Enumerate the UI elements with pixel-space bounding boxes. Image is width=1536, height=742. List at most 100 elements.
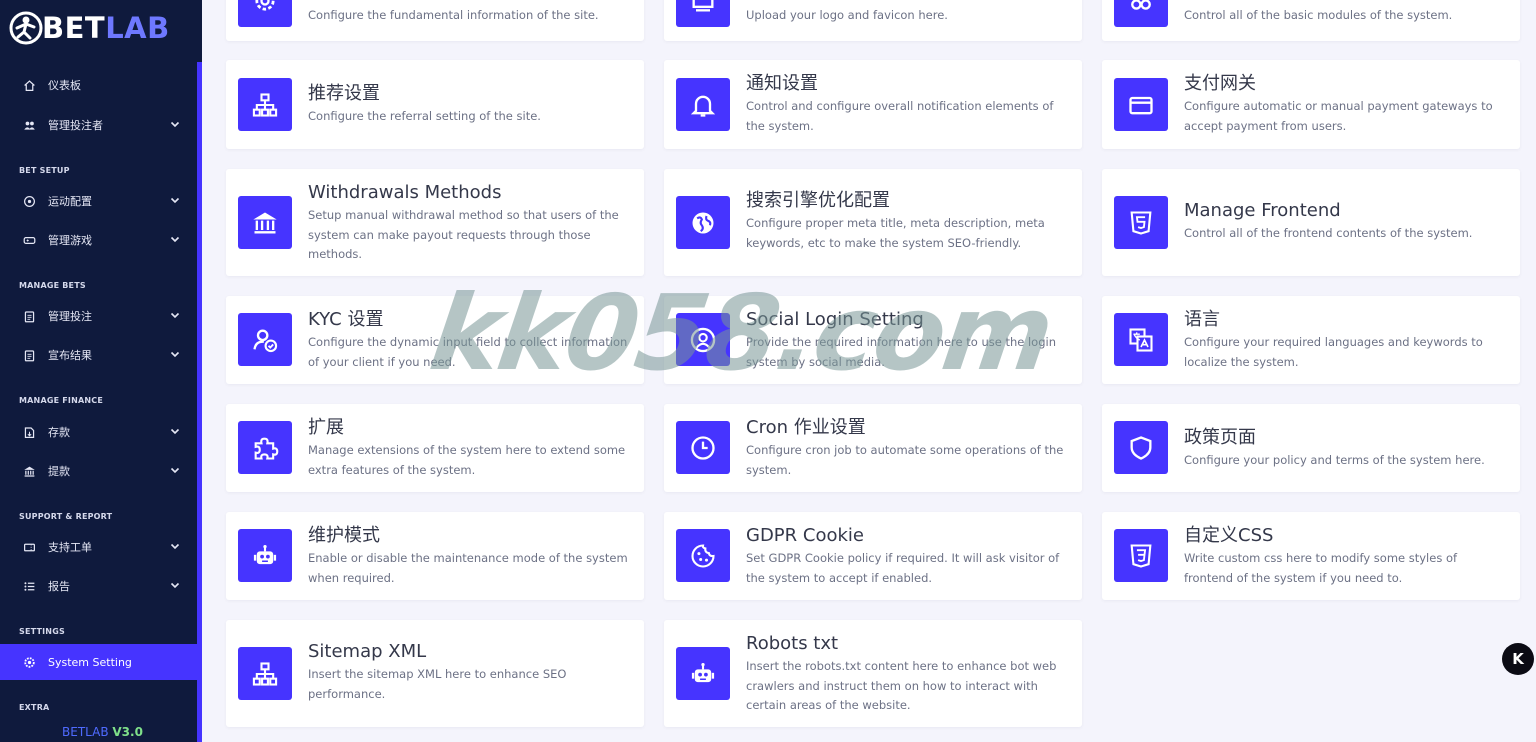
setting-card-language[interactable]: 语言 Configure your required languages and … xyxy=(1102,296,1520,384)
card-description: Upload your logo and favicon here. xyxy=(746,8,948,22)
setting-card-extensions[interactable]: 扩展 Manage extensions of the system here t… xyxy=(226,404,644,492)
setting-card-sitemap-xml[interactable]: Sitemap XML Insert the sitemap XML here t… xyxy=(226,620,644,727)
sidebar-scrollbar[interactable] xyxy=(197,62,202,742)
bank-icon xyxy=(238,196,292,249)
chevron-down-icon xyxy=(170,351,180,358)
modules-icon xyxy=(1114,0,1168,27)
sidebar-item-support-tickets[interactable]: 支持工单 xyxy=(0,527,197,567)
sidebar-item-system-setting[interactable]: System Setting xyxy=(0,644,197,680)
card-title: 支付网关 xyxy=(1184,73,1256,94)
floating-action-button[interactable]: K xyxy=(1502,643,1534,675)
robot-icon xyxy=(676,647,730,700)
sidebar-item-declare-results[interactable]: 宣布结果 xyxy=(0,335,197,375)
chevron-down-icon xyxy=(170,312,180,319)
chevron-down-icon xyxy=(170,467,180,474)
sidebar: BETLAB 仪表板 管理投注者 BET SETUP 运动配置 管理游戏 MAN… xyxy=(0,0,202,742)
setting-card-withdrawals-methods[interactable]: Withdrawals Methods Setup manual withdraw… xyxy=(226,169,644,276)
css3-icon xyxy=(1114,529,1168,582)
sidebar-item-deposits[interactable]: 存款 xyxy=(0,412,197,452)
setting-card-manage-frontend[interactable]: Manage Frontend Control all of the fronte… xyxy=(1102,169,1520,276)
sidebar-item-label: 报告 xyxy=(48,580,70,593)
sidebar-item-label: 仪表板 xyxy=(48,79,81,92)
section-title-manage-bets: MANAGE BETS xyxy=(19,281,86,290)
sidebar-item-manage-bettors[interactable]: 管理投注者 xyxy=(0,105,197,145)
setting-card-referral[interactable]: 推荐设置 Configure the referral setting of th… xyxy=(226,60,644,149)
setting-card-notification[interactable]: 通知设置 Control and configure overall notifi… xyxy=(664,60,1082,149)
gear-icon xyxy=(22,655,36,669)
setting-card-system-config[interactable]: Control all of the basic modules of the … xyxy=(1102,0,1520,41)
sidebar-item-label: 提款 xyxy=(48,465,70,478)
user-circle-icon xyxy=(676,313,730,366)
bell-icon xyxy=(676,78,730,131)
card-title: 维护模式 xyxy=(308,525,380,546)
card-description: Configure the dynamic input field to col… xyxy=(308,335,628,369)
section-title-support-report: SUPPORT & REPORT xyxy=(19,512,113,521)
sitemap-icon xyxy=(238,78,292,131)
card-title: Robots txt xyxy=(746,633,839,654)
brand-logo[interactable]: BETLAB xyxy=(8,8,170,48)
card-description: Setup manual withdrawal method so that u… xyxy=(308,208,619,261)
image-icon xyxy=(676,0,730,27)
card-title: Withdrawals Methods xyxy=(308,182,502,203)
sidebar-item-manage-games[interactable]: 管理游戏 xyxy=(0,220,197,260)
section-title-bet-setup: BET SETUP xyxy=(19,166,70,175)
card-description: Control all of the frontend contents of … xyxy=(1184,226,1473,240)
chevron-down-icon xyxy=(170,582,180,589)
globe-icon xyxy=(676,196,730,249)
app-version: BETLAB V3.0 xyxy=(62,725,143,739)
section-title-extra: EXTRA xyxy=(19,703,50,712)
version-number: V3.0 xyxy=(112,725,143,739)
setting-card-maintenance-mode[interactable]: 维护模式 Enable or disable the maintenance mo… xyxy=(226,512,644,600)
sidebar-item-label: 运动配置 xyxy=(48,195,92,208)
card-description: Insert the sitemap XML here to enhance S… xyxy=(308,667,567,701)
language-icon xyxy=(1114,313,1168,366)
setting-card-payment-gateways[interactable]: 支付网关 Configure automatic or manual paymen… xyxy=(1102,60,1520,149)
home-icon xyxy=(22,78,36,92)
sidebar-item-withdrawals[interactable]: 提款 xyxy=(0,451,197,491)
setting-card-general[interactable]: Configure the fundamental information of… xyxy=(226,0,644,41)
setting-card-kyc[interactable]: KYC 设置 Configure the dynamic input field … xyxy=(226,296,644,384)
setting-card-custom-css[interactable]: 自定义CSS Write custom css here to modify so… xyxy=(1102,512,1520,600)
card-description: Set GDPR Cookie policy if required. It w… xyxy=(746,551,1060,585)
card-title: 推荐设置 xyxy=(308,83,380,104)
users-icon xyxy=(22,118,36,132)
setting-card-logo-favicon[interactable]: Upload your logo and favicon here. xyxy=(664,0,1082,41)
card-description: Configure proper meta title, meta descri… xyxy=(746,216,1045,250)
card-title: 扩展 xyxy=(308,417,344,438)
card-description: Configure the fundamental information of… xyxy=(308,8,599,22)
cookie-icon xyxy=(676,529,730,582)
setting-card-social-login[interactable]: Social Login Setting Provide the required… xyxy=(664,296,1082,384)
setting-card-gdpr-cookie[interactable]: GDPR Cookie Set GDPR Cookie policy if req… xyxy=(664,512,1082,600)
card-title: Sitemap XML xyxy=(308,641,427,662)
chevron-down-icon xyxy=(170,197,180,204)
setting-card-seo[interactable]: 搜索引擎优化配置 Configure proper meta title, met… xyxy=(664,169,1082,276)
card-description: Write custom css here to modify some sty… xyxy=(1184,551,1458,585)
card-title: 搜索引擎优化配置 xyxy=(746,190,890,211)
setting-card-cron-job[interactable]: Cron 作业设置 Configure cron job to automate … xyxy=(664,404,1082,492)
target-icon xyxy=(22,194,36,208)
chevron-down-icon xyxy=(170,543,180,550)
sidebar-item-manage-bets[interactable]: 管理投注 xyxy=(0,296,197,336)
sidebar-item-label: 支持工单 xyxy=(48,541,92,554)
logo-icon xyxy=(9,11,43,45)
card-title: Manage Frontend xyxy=(1184,200,1341,221)
chevron-down-icon xyxy=(170,428,180,435)
setting-card-robots-txt[interactable]: Robots txt Insert the robots.txt content … xyxy=(664,620,1082,727)
sidebar-item-dashboard[interactable]: 仪表板 xyxy=(0,65,197,105)
version-brand: BETLAB xyxy=(62,725,109,739)
gamepad-icon xyxy=(22,233,36,247)
card-title: GDPR Cookie xyxy=(746,525,864,546)
sidebar-item-label: 管理投注 xyxy=(48,310,92,323)
ticket-icon xyxy=(22,540,36,554)
sidebar-item-sports-config[interactable]: 运动配置 xyxy=(0,181,197,221)
sidebar-item-reports[interactable]: 报告 xyxy=(0,566,197,606)
brand-name: BETLAB xyxy=(42,11,170,45)
clock-icon xyxy=(676,421,730,474)
floating-button-label: K xyxy=(1512,650,1524,668)
setting-card-policy-pages[interactable]: 政策页面 Configure your policy and terms of t… xyxy=(1102,404,1520,492)
credit-card-icon xyxy=(1114,78,1168,131)
html5-icon xyxy=(1114,196,1168,249)
card-description: Enable or disable the maintenance mode o… xyxy=(308,551,628,585)
card-description: Insert the robots.txt content here to en… xyxy=(746,659,1057,712)
sidebar-item-label: 管理投注者 xyxy=(48,119,103,132)
